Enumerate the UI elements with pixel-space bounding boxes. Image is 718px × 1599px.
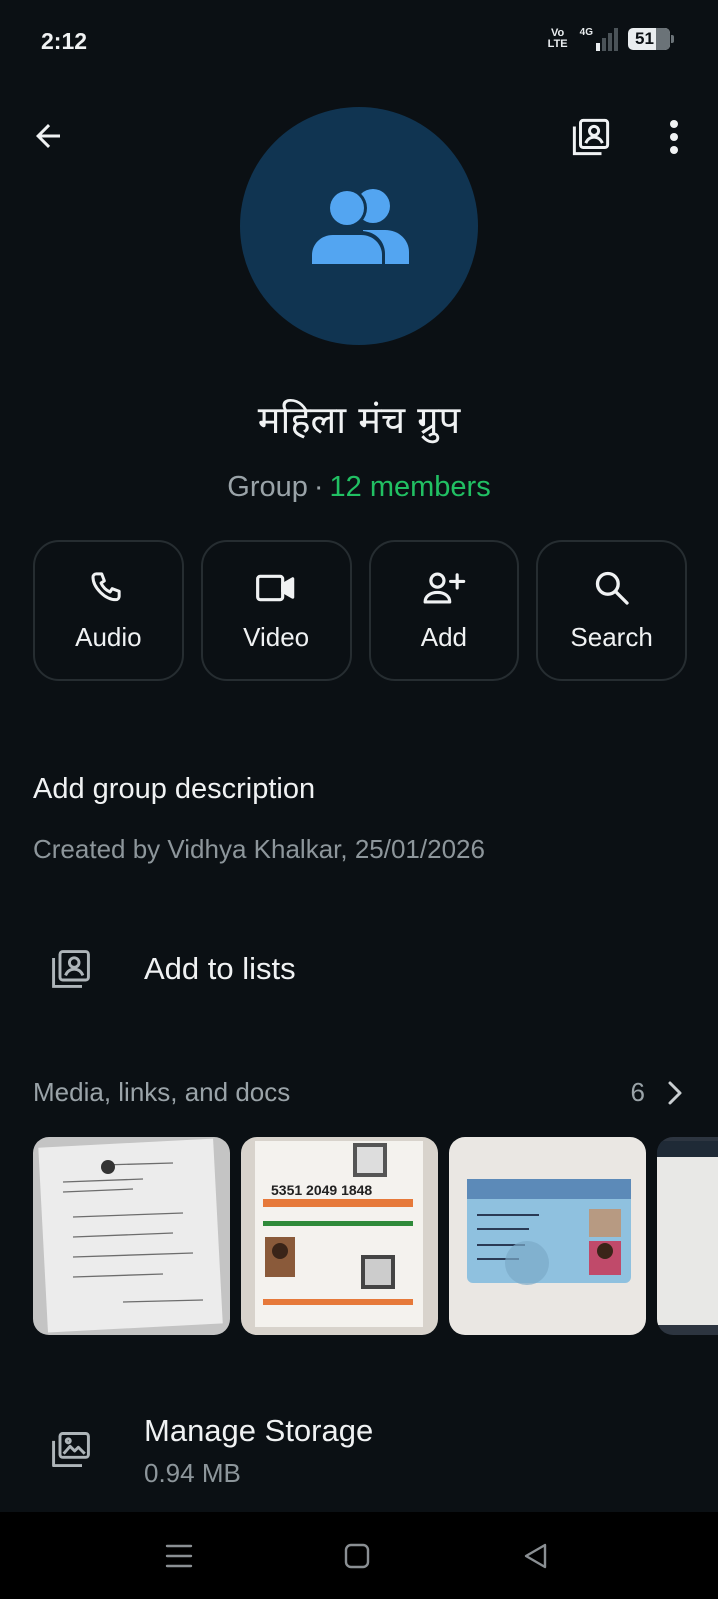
video-camera-icon <box>256 574 295 602</box>
status-indicators: Vo LTE 4G 51 <box>546 27 674 51</box>
media-thumbnail[interactable]: 5351 2049 1848 <box>241 1137 438 1335</box>
add-to-lists-row[interactable]: Add to lists <box>0 935 718 1007</box>
volte-indicator: Vo LTE <box>547 27 568 50</box>
recents-button[interactable] <box>154 1532 204 1580</box>
back-button[interactable] <box>24 112 72 160</box>
status-time: 2:12 <box>41 28 88 54</box>
add-group-description-link[interactable]: Add group description <box>33 773 315 806</box>
group-kind: Group <box>227 471 308 503</box>
storage-icon <box>52 1432 90 1468</box>
group-avatar[interactable] <box>240 107 478 345</box>
system-navigation-bar <box>0 1512 718 1599</box>
media-section-title: Media, links, and docs <box>33 1077 291 1107</box>
home-button[interactable] <box>332 1532 382 1580</box>
more-vertical-icon <box>670 120 678 154</box>
card-number-text: 5351 2049 1848 <box>271 1182 372 1198</box>
media-thumbnail[interactable] <box>33 1137 230 1335</box>
arrow-left-icon <box>36 124 60 148</box>
separator-dot: · <box>313 471 324 503</box>
system-back-button[interactable] <box>510 1532 560 1580</box>
media-links-docs-header[interactable]: Media, links, and docs 6 <box>33 1077 685 1117</box>
more-options-button[interactable] <box>650 112 698 162</box>
media-thumbnails: 5351 2049 1848 <box>33 1137 718 1335</box>
battery-icon: 51 <box>628 28 674 50</box>
home-icon <box>344 1543 370 1569</box>
storage-size: 0.94 MB <box>144 1458 241 1488</box>
audio-call-button[interactable]: Audio <box>33 540 184 681</box>
group-icon <box>309 188 409 264</box>
chevron-right-icon <box>668 1081 682 1105</box>
recents-icon <box>165 1544 193 1568</box>
search-button[interactable]: Search <box>536 540 687 681</box>
add-to-lists-label: Add to lists <box>144 951 296 986</box>
media-thumbnail[interactable] <box>449 1137 646 1335</box>
phone-icon <box>91 572 122 602</box>
media-count: 6 <box>630 1077 645 1107</box>
group-subtitle: Group · 12 members <box>0 471 718 504</box>
contact-list-icon <box>572 118 610 156</box>
contact-list-icon <box>52 950 90 988</box>
signal-icon: 4G <box>580 27 618 51</box>
add-member-button[interactable]: Add <box>368 540 520 681</box>
status-bar: 2:12 Vo LTE 4G 51 <box>0 0 718 82</box>
group-name[interactable]: महिला मंच ग्रुप <box>0 393 718 445</box>
add-to-lists-button[interactable] <box>566 112 616 162</box>
manage-storage-row[interactable]: Manage Storage 0.94 MB <box>0 1408 718 1498</box>
back-triangle-icon <box>524 1543 547 1569</box>
search-icon <box>595 571 629 605</box>
video-call-button[interactable]: Video <box>200 540 352 681</box>
created-by-text: Created by Vidhya Khalkar, 25/01/2026 <box>33 834 485 864</box>
add-person-icon <box>423 572 466 604</box>
action-buttons: Audio Video Add Search <box>33 540 687 681</box>
media-thumbnail[interactable] <box>657 1137 718 1335</box>
manage-storage-label: Manage Storage <box>144 1413 374 1448</box>
members-count-link[interactable]: 12 members <box>330 471 491 503</box>
